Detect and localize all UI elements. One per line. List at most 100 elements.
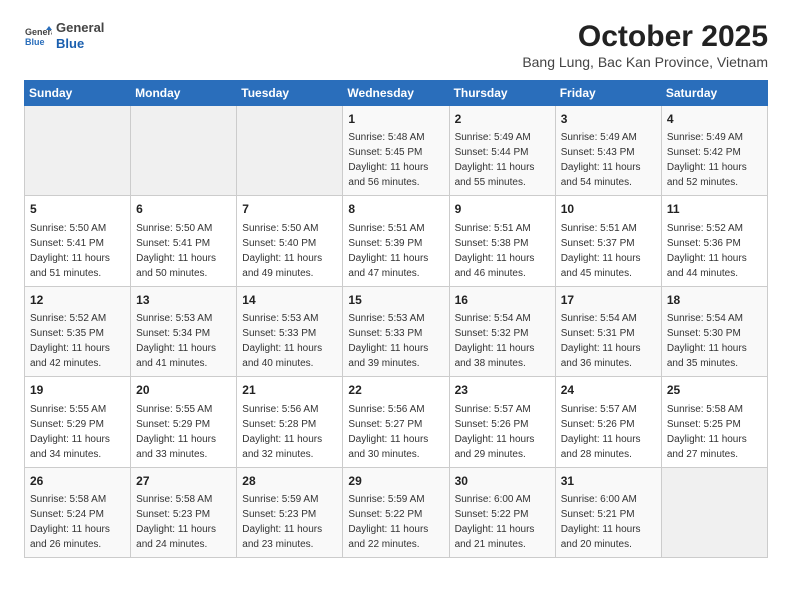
calendar-cell: 4Sunrise: 5:49 AM Sunset: 5:42 PM Daylig… — [661, 106, 767, 196]
day-number: 16 — [455, 292, 550, 309]
calendar-cell: 28Sunrise: 5:59 AM Sunset: 5:23 PM Dayli… — [237, 467, 343, 557]
calendar-cell: 20 Sunrise: 5:55 AM Sunset: 5:29 PM Dayli… — [131, 377, 237, 467]
calendar-cell: 15 Sunrise: 5:53 AM Sunset: 5:33 PM Dayli… — [343, 286, 449, 376]
day-number: 8 — [348, 201, 443, 218]
calendar-cell: 30 Sunrise: 6:00 AM Sunset: 5:22 PM Dayli… — [449, 467, 555, 557]
day-info: Sunrise: 5:50 AM Sunset: 5:40 PM Dayligh… — [242, 221, 337, 281]
day-info: Sunrise: 5:58 AM Sunset: 5:25 PM Dayligh… — [667, 402, 762, 462]
day-info: Sunrise: 5:49 AM Sunset: 5:42 PM Dayligh… — [667, 130, 762, 190]
month-title: October 2025 — [522, 20, 768, 54]
title-section: October 2025 Bang Lung, Bac Kan Province… — [522, 20, 768, 70]
calendar-cell: 13Sunrise: 5:53 AM Sunset: 5:34 PM Dayli… — [131, 286, 237, 376]
day-number: 1 — [348, 111, 443, 128]
day-number: 27 — [136, 473, 231, 490]
calendar-cell: 6Sunrise: 5:50 AM Sunset: 5:41 PM Daylig… — [131, 196, 237, 286]
calendar-cell: 29 Sunrise: 5:59 AM Sunset: 5:22 PM Dayli… — [343, 467, 449, 557]
location-subtitle: Bang Lung, Bac Kan Province, Vietnam — [522, 54, 768, 70]
day-info: Sunrise: 5:57 AM Sunset: 5:26 PM Dayligh… — [455, 402, 550, 462]
day-info: Sunrise: 5:48 AM Sunset: 5:45 PM Dayligh… — [348, 130, 443, 190]
day-number: 26 — [30, 473, 125, 490]
day-info: Sunrise: 5:50 AM Sunset: 5:41 PM Dayligh… — [136, 221, 231, 281]
calendar-week-2: 5 Sunrise: 5:50 AM Sunset: 5:41 PM Daylig… — [25, 196, 768, 286]
weekday-header-saturday: Saturday — [661, 81, 767, 106]
logo-blue: Blue — [56, 36, 104, 52]
calendar-cell: 9 Sunrise: 5:51 AM Sunset: 5:38 PM Daylig… — [449, 196, 555, 286]
svg-text:Blue: Blue — [25, 37, 45, 47]
weekday-header-monday: Monday — [131, 81, 237, 106]
calendar-cell: 8Sunrise: 5:51 AM Sunset: 5:39 PM Daylig… — [343, 196, 449, 286]
day-number: 7 — [242, 201, 337, 218]
day-info: Sunrise: 5:54 AM Sunset: 5:31 PM Dayligh… — [561, 311, 656, 371]
calendar-cell — [661, 467, 767, 557]
day-number: 24 — [561, 382, 656, 399]
day-number: 10 — [561, 201, 656, 218]
day-number: 25 — [667, 382, 762, 399]
calendar-week-5: 26Sunrise: 5:58 AM Sunset: 5:24 PM Dayli… — [25, 467, 768, 557]
day-info: Sunrise: 6:00 AM Sunset: 5:22 PM Dayligh… — [455, 492, 550, 552]
calendar-cell: 14Sunrise: 5:53 AM Sunset: 5:33 PM Dayli… — [237, 286, 343, 376]
day-number: 15 — [348, 292, 443, 309]
weekday-header: SundayMondayTuesdayWednesdayThursdayFrid… — [25, 81, 768, 106]
calendar-cell: 5 Sunrise: 5:50 AM Sunset: 5:41 PM Daylig… — [25, 196, 131, 286]
logo-icon: General Blue — [24, 22, 52, 50]
calendar-cell: 17 Sunrise: 5:54 AM Sunset: 5:31 PM Dayli… — [555, 286, 661, 376]
day-info: Sunrise: 5:56 AM Sunset: 5:28 PM Dayligh… — [242, 402, 337, 462]
calendar-cell — [25, 106, 131, 196]
day-info: Sunrise: 5:54 AM Sunset: 5:30 PM Dayligh… — [667, 311, 762, 371]
calendar-cell: 16Sunrise: 5:54 AM Sunset: 5:32 PM Dayli… — [449, 286, 555, 376]
calendar-cell: 24 Sunrise: 5:57 AM Sunset: 5:26 PM Dayli… — [555, 377, 661, 467]
day-number: 13 — [136, 292, 231, 309]
calendar-cell: 12 Sunrise: 5:52 AM Sunset: 5:35 PM Dayli… — [25, 286, 131, 376]
calendar-cell — [131, 106, 237, 196]
day-number: 5 — [30, 201, 125, 218]
calendar-cell: 1 Sunrise: 5:48 AM Sunset: 5:45 PM Daylig… — [343, 106, 449, 196]
day-info: Sunrise: 5:56 AM Sunset: 5:27 PM Dayligh… — [348, 402, 443, 462]
day-info: Sunrise: 5:49 AM Sunset: 5:44 PM Dayligh… — [455, 130, 550, 190]
day-info: Sunrise: 5:55 AM Sunset: 5:29 PM Dayligh… — [136, 402, 231, 462]
day-number: 19 — [30, 382, 125, 399]
day-number: 18 — [667, 292, 762, 309]
calendar-cell: 31 Sunrise: 6:00 AM Sunset: 5:21 PM Dayli… — [555, 467, 661, 557]
day-number: 21 — [242, 382, 337, 399]
day-number: 22 — [348, 382, 443, 399]
day-info: Sunrise: 5:49 AM Sunset: 5:43 PM Dayligh… — [561, 130, 656, 190]
day-number: 17 — [561, 292, 656, 309]
calendar-cell: 7 Sunrise: 5:50 AM Sunset: 5:40 PM Daylig… — [237, 196, 343, 286]
day-number: 9 — [455, 201, 550, 218]
day-info: Sunrise: 5:53 AM Sunset: 5:33 PM Dayligh… — [348, 311, 443, 371]
day-number: 11 — [667, 201, 762, 218]
weekday-header-tuesday: Tuesday — [237, 81, 343, 106]
day-number: 12 — [30, 292, 125, 309]
day-info: Sunrise: 5:57 AM Sunset: 5:26 PM Dayligh… — [561, 402, 656, 462]
calendar-table: SundayMondayTuesdayWednesdayThursdayFrid… — [24, 80, 768, 558]
day-info: Sunrise: 5:52 AM Sunset: 5:36 PM Dayligh… — [667, 221, 762, 281]
day-info: Sunrise: 5:51 AM Sunset: 5:38 PM Dayligh… — [455, 221, 550, 281]
calendar-week-3: 12 Sunrise: 5:52 AM Sunset: 5:35 PM Dayli… — [25, 286, 768, 376]
day-info: Sunrise: 5:52 AM Sunset: 5:35 PM Dayligh… — [30, 311, 125, 371]
calendar-cell: 25 Sunrise: 5:58 AM Sunset: 5:25 PM Dayli… — [661, 377, 767, 467]
day-number: 31 — [561, 473, 656, 490]
day-info: Sunrise: 5:50 AM Sunset: 5:41 PM Dayligh… — [30, 221, 125, 281]
calendar-cell: 19 Sunrise: 5:55 AM Sunset: 5:29 PM Dayli… — [25, 377, 131, 467]
day-info: Sunrise: 5:59 AM Sunset: 5:22 PM Dayligh… — [348, 492, 443, 552]
calendar-cell: 10 Sunrise: 5:51 AM Sunset: 5:37 PM Dayli… — [555, 196, 661, 286]
calendar-cell: 21 Sunrise: 5:56 AM Sunset: 5:28 PM Dayli… — [237, 377, 343, 467]
calendar-cell: 2 Sunrise: 5:49 AM Sunset: 5:44 PM Daylig… — [449, 106, 555, 196]
weekday-header-thursday: Thursday — [449, 81, 555, 106]
day-number: 30 — [455, 473, 550, 490]
weekday-header-wednesday: Wednesday — [343, 81, 449, 106]
day-info: Sunrise: 5:59 AM Sunset: 5:23 PM Dayligh… — [242, 492, 337, 552]
day-number: 20 — [136, 382, 231, 399]
weekday-header-sunday: Sunday — [25, 81, 131, 106]
day-number: 14 — [242, 292, 337, 309]
calendar-cell: 23Sunrise: 5:57 AM Sunset: 5:26 PM Dayli… — [449, 377, 555, 467]
calendar-week-1: 1 Sunrise: 5:48 AM Sunset: 5:45 PM Daylig… — [25, 106, 768, 196]
day-number: 29 — [348, 473, 443, 490]
calendar-cell — [237, 106, 343, 196]
logo-general: General — [56, 20, 104, 36]
day-info: Sunrise: 6:00 AM Sunset: 5:21 PM Dayligh… — [561, 492, 656, 552]
day-info: Sunrise: 5:55 AM Sunset: 5:29 PM Dayligh… — [30, 402, 125, 462]
calendar-cell: 3Sunrise: 5:49 AM Sunset: 5:43 PM Daylig… — [555, 106, 661, 196]
day-number: 2 — [455, 111, 550, 128]
day-info: Sunrise: 5:51 AM Sunset: 5:37 PM Dayligh… — [561, 221, 656, 281]
